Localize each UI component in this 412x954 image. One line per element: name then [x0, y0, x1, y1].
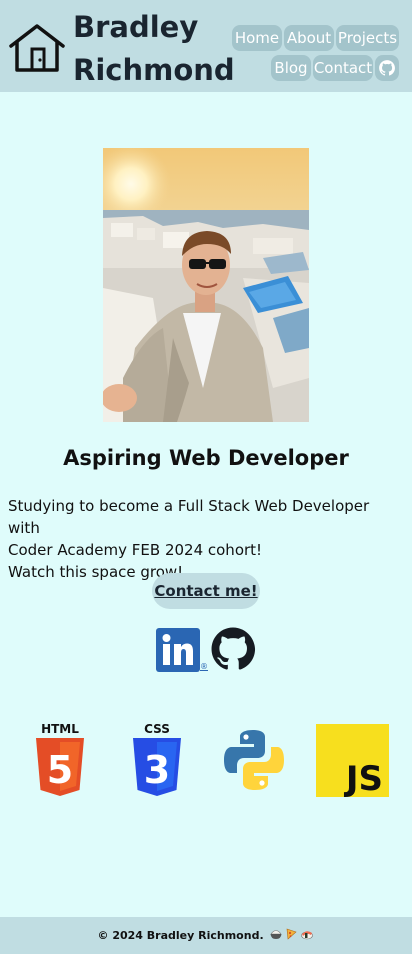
css3-icon: CSS 3	[133, 722, 181, 796]
page-headline: Aspiring Web Developer	[63, 446, 349, 470]
css-label: CSS	[144, 722, 170, 736]
sushi-icon	[301, 931, 314, 940]
house-logo-icon[interactable]	[8, 22, 66, 74]
html5-icon: HTML 5	[36, 722, 84, 796]
nav-projects-button[interactable]: Projects	[336, 25, 399, 51]
nav-github-button[interactable]	[375, 55, 399, 81]
pizza-slice-icon	[287, 928, 298, 940]
intro-text: Studying to become a Full Stack Web Deve…	[8, 495, 404, 583]
nav-contact-button[interactable]: Contact	[313, 55, 373, 81]
intro-line: Coder Academy FEB 2024 cohort!	[8, 541, 263, 559]
footer-emoji-icons	[270, 928, 314, 940]
site-name[interactable]: Bradley Richmond	[73, 6, 243, 92]
linkedin-registered-mark: ®	[200, 662, 208, 671]
github-icon	[379, 60, 395, 76]
css3-number: 3	[144, 748, 170, 792]
site-header: Bradley Richmond Home About Projects Blo…	[0, 0, 412, 92]
js-label: JS	[344, 759, 383, 797]
html-label: HTML	[41, 722, 79, 736]
profile-photo	[103, 148, 309, 422]
nav-blog-button[interactable]: Blog	[271, 55, 311, 81]
javascript-icon: JS	[316, 724, 389, 797]
python-icon	[224, 730, 284, 790]
rice-bowl-icon	[270, 930, 283, 939]
github-social-icon[interactable]	[210, 626, 256, 672]
contact-me-button[interactable]: Contact me!	[152, 573, 260, 609]
nav-home-button[interactable]: Home	[232, 25, 282, 51]
linkedin-icon[interactable]	[156, 628, 200, 672]
html5-number: 5	[47, 748, 73, 792]
site-name-line2: Richmond	[73, 53, 235, 87]
site-footer: © 2024 Bradley Richmond.	[0, 917, 412, 954]
intro-line: Studying to become a Full Stack Web Deve…	[8, 497, 370, 537]
footer-copyright: © 2024 Bradley Richmond.	[97, 929, 264, 942]
nav-about-button[interactable]: About	[284, 25, 334, 51]
site-name-line1: Bradley	[73, 10, 199, 44]
